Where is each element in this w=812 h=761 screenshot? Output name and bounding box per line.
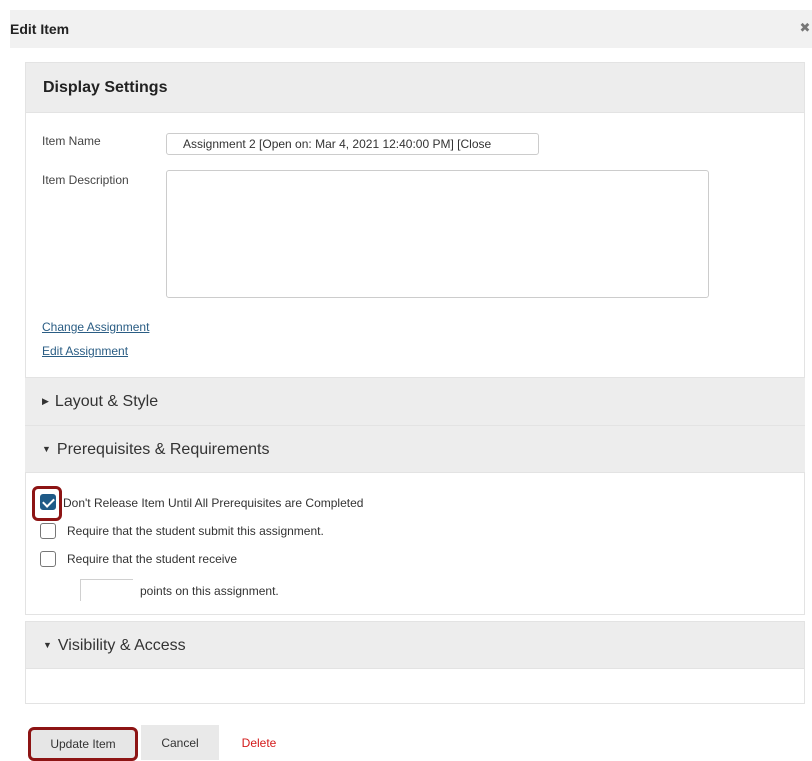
section-visibility-title: ▼ Visibility & Access [43,637,186,655]
delete-button[interactable]: Delete [230,725,288,760]
change-assignment-link[interactable]: Change Assignment [42,320,149,334]
section-prerequisites-title: ▼ Prerequisites & Requirements [42,441,269,459]
close-icon[interactable]: ✖ [798,21,812,35]
dialog-title: Edit Item [10,21,70,37]
section-layout-style-title: ▶ Layout & Style [42,393,158,411]
dialog-header: Edit Item ✖ [10,10,812,48]
display-settings-panel: Display Settings Item Name Assignment 2 … [25,62,805,378]
dont-release-checkbox[interactable] [40,494,56,510]
points-suffix-label: points on this assignment. [140,584,279,598]
update-item-button[interactable]: Update Item [28,727,138,761]
checkmark-icon [42,495,55,508]
caret-right-icon: ▶ [42,396,49,406]
section-visibility[interactable]: ▼ Visibility & Access [25,621,805,669]
section-prerequisites-label: Prerequisites & Requirements [56,441,270,458]
require-submit-checkbox[interactable] [40,523,56,539]
item-name-label: Item Name [42,134,101,148]
caret-down-icon: ▼ [42,444,51,454]
require-receive-checkbox[interactable] [40,551,56,567]
section-prerequisites[interactable]: ▼ Prerequisites & Requirements [25,425,805,473]
section-layout-style[interactable]: ▶ Layout & Style [25,377,805,425]
item-description-textarea[interactable] [166,170,709,298]
require-receive-label: Require that the student receive [67,552,238,566]
section-visibility-label: Visibility & Access [57,637,186,654]
edit-assignment-link[interactable]: Edit Assignment [42,344,128,358]
cancel-button[interactable]: Cancel [141,725,219,760]
display-settings-heading: Display Settings [43,79,168,96]
section-layout-style-label: Layout & Style [54,393,159,410]
points-input[interactable] [80,579,133,601]
item-description-label: Item Description [42,173,129,187]
require-submit-label: Require that the student submit this ass… [67,524,324,538]
caret-down-icon: ▼ [43,640,52,650]
visibility-body [25,669,805,704]
item-name-input[interactable]: Assignment 2 [Open on: Mar 4, 2021 12:40… [166,133,539,155]
dont-release-label: Don't Release Item Until All Prerequisit… [63,496,364,510]
display-settings-header: Display Settings [26,63,804,113]
